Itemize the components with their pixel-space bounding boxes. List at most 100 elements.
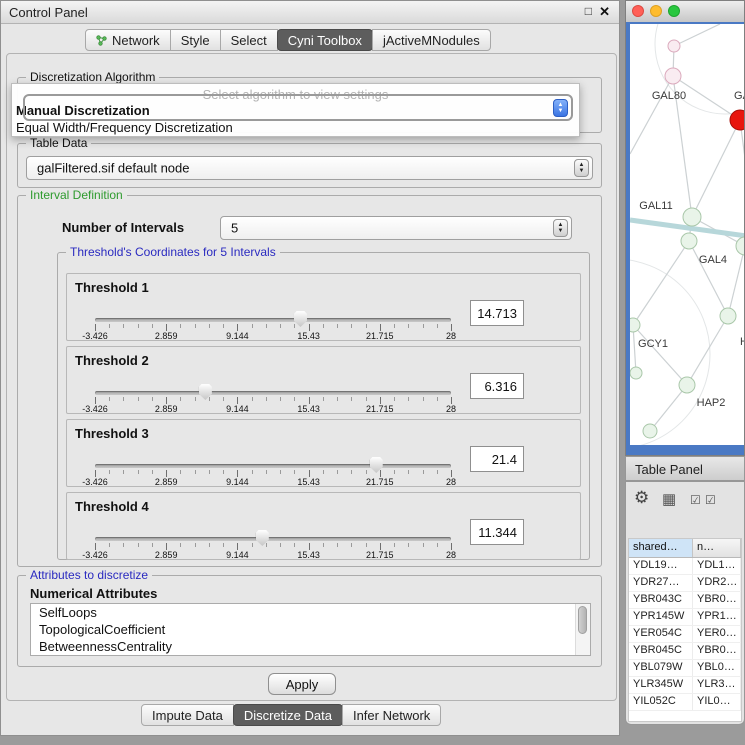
control-panel-titlebar: Control Panel □ ✕ bbox=[1, 1, 619, 24]
table-cell[interactable]: YBR0… bbox=[693, 643, 741, 659]
tick-mark bbox=[366, 470, 367, 474]
tick-mark bbox=[309, 470, 310, 477]
threshold-value-input[interactable] bbox=[470, 446, 524, 472]
tick-mark bbox=[166, 543, 167, 550]
table-cell[interactable]: YBR045C bbox=[629, 643, 693, 659]
scale-label: -3.426 bbox=[82, 550, 108, 560]
table-cell[interactable]: YPR145W bbox=[629, 609, 693, 625]
algorithm-option[interactable]: Manual Discretization bbox=[16, 103, 150, 118]
table-data-combo[interactable]: galFiltered.sif default node ▲▼ bbox=[26, 156, 593, 180]
tab-jactivemnodules[interactable]: jActiveMNodules bbox=[372, 29, 491, 51]
table-row[interactable]: YER054CYER0… bbox=[629, 626, 741, 643]
network-node[interactable] bbox=[730, 110, 744, 130]
tab-infer-network[interactable]: Infer Network bbox=[342, 704, 441, 726]
table-cell[interactable]: YDL19… bbox=[629, 558, 693, 574]
float-window-icon[interactable]: □ bbox=[585, 4, 592, 18]
list-scrollbar[interactable] bbox=[575, 604, 590, 655]
minimize-traffic-light-icon[interactable] bbox=[650, 5, 662, 17]
tick-mark bbox=[223, 470, 224, 474]
tab-discretize-data[interactable]: Discretize Data bbox=[233, 704, 343, 726]
network-node-label: GAL4 bbox=[699, 254, 727, 266]
tick-mark bbox=[337, 324, 338, 328]
network-node[interactable] bbox=[668, 40, 680, 52]
zoom-traffic-light-icon[interactable] bbox=[668, 5, 680, 17]
tab-style[interactable]: Style bbox=[170, 29, 221, 51]
tab-impute-data[interactable]: Impute Data bbox=[141, 704, 234, 726]
threshold-block: Threshold 1-3.4262.8599.14415.4321.71528 bbox=[66, 273, 581, 341]
threshold-value-input[interactable] bbox=[470, 373, 524, 399]
table-cell[interactable]: YBL079W bbox=[629, 660, 693, 676]
close-icon[interactable]: ✕ bbox=[599, 4, 610, 20]
table-cell[interactable]: YLR345W bbox=[629, 677, 693, 693]
apply-button[interactable]: Apply bbox=[268, 673, 336, 695]
algorithm-option[interactable]: Equal Width/Frequency Discretization bbox=[16, 120, 233, 135]
slider-track[interactable] bbox=[95, 318, 451, 322]
column-visibility-icon[interactable]: ▦ bbox=[662, 490, 676, 508]
network-node[interactable] bbox=[683, 208, 701, 226]
tick-mark bbox=[351, 470, 352, 474]
network-node[interactable] bbox=[630, 367, 642, 379]
table-cell[interactable]: YLR3… bbox=[693, 677, 741, 693]
attribute-list-item[interactable]: SelfLoops bbox=[31, 604, 590, 621]
slider-track[interactable] bbox=[95, 537, 451, 541]
table-row[interactable]: YDL19…YDL1… bbox=[629, 558, 741, 575]
table-settings-gear-icon[interactable]: ⚙ bbox=[634, 488, 649, 508]
table-cell[interactable]: YER054C bbox=[629, 626, 693, 642]
tick-mark bbox=[195, 324, 196, 328]
combo-stepper-icon[interactable]: ▲▼ bbox=[574, 159, 589, 177]
table-cell[interactable]: YDL1… bbox=[693, 558, 741, 574]
network-canvas[interactable]: GAL80GAL11GAL4GCY1HAP2GAH bbox=[630, 24, 744, 445]
network-node-label: GAL11 bbox=[639, 200, 672, 212]
table-cell[interactable]: YDR27… bbox=[629, 575, 693, 591]
tick-mark bbox=[294, 543, 295, 547]
network-tab-icon bbox=[96, 35, 107, 46]
table-row[interactable]: YPR145WYPR1… bbox=[629, 609, 741, 626]
column-header[interactable]: n… bbox=[693, 539, 741, 557]
network-node[interactable] bbox=[736, 237, 744, 255]
network-node[interactable] bbox=[720, 308, 736, 324]
network-node[interactable] bbox=[643, 424, 657, 438]
tick-mark bbox=[408, 470, 409, 474]
combo-stepper-icon[interactable]: ▲▼ bbox=[553, 219, 568, 237]
table-row[interactable]: YIL052CYIL0… bbox=[629, 694, 741, 711]
table-row[interactable]: YBR043CYBR0… bbox=[629, 592, 741, 609]
slider-track[interactable] bbox=[95, 391, 451, 395]
threshold-value-input[interactable] bbox=[470, 519, 524, 545]
combo-stepper-icon[interactable]: ▲▼ bbox=[553, 99, 568, 117]
network-node[interactable] bbox=[679, 377, 695, 393]
tab-network[interactable]: Network bbox=[85, 29, 171, 51]
table-cell[interactable]: YBL0… bbox=[693, 660, 741, 676]
table-row[interactable]: YDR27…YDR2… bbox=[629, 575, 741, 592]
table-row[interactable]: YLR345WYLR3… bbox=[629, 677, 741, 694]
scale-label: 2.859 bbox=[155, 550, 178, 560]
table-cell[interactable]: YIL0… bbox=[693, 694, 741, 710]
tick-mark bbox=[337, 543, 338, 547]
number-of-intervals-combo[interactable]: 5 ▲▼ bbox=[220, 216, 572, 240]
table-cell[interactable]: YPR1… bbox=[693, 609, 741, 625]
tick-mark bbox=[323, 470, 324, 474]
threshold-value-input[interactable] bbox=[470, 300, 524, 326]
slider-track[interactable] bbox=[95, 464, 451, 468]
attribute-list-item[interactable]: BetweennessCentrality bbox=[31, 638, 590, 655]
table-row[interactable]: YBR045CYBR0… bbox=[629, 643, 741, 660]
threshold-block: Threshold 3-3.4262.8599.14415.4321.71528 bbox=[66, 419, 581, 487]
table-row[interactable]: YBL079WYBL0… bbox=[629, 660, 741, 677]
attribute-list-item[interactable]: TopologicalCoefficient bbox=[31, 621, 590, 638]
table-cell[interactable]: YIL052C bbox=[629, 694, 693, 710]
table-cell[interactable]: YBR0… bbox=[693, 592, 741, 608]
tab-cyni-toolbox[interactable]: Cyni Toolbox bbox=[277, 29, 373, 51]
table-cell[interactable]: YBR043C bbox=[629, 592, 693, 608]
tab-select[interactable]: Select bbox=[220, 29, 278, 51]
close-traffic-light-icon[interactable] bbox=[632, 5, 644, 17]
scrollbar-thumb[interactable] bbox=[578, 606, 587, 634]
network-node[interactable] bbox=[681, 233, 697, 249]
select-all-icon[interactable]: ☑ bbox=[690, 493, 701, 507]
column-header[interactable]: shared… bbox=[629, 539, 693, 557]
network-node[interactable] bbox=[665, 68, 681, 84]
table-cell[interactable]: YDR2… bbox=[693, 575, 741, 591]
network-node[interactable] bbox=[630, 318, 640, 332]
tick-mark bbox=[195, 543, 196, 547]
select-none-icon[interactable]: ☑ bbox=[705, 493, 716, 507]
network-node-label: GA bbox=[734, 90, 744, 102]
table-cell[interactable]: YER0… bbox=[693, 626, 741, 642]
